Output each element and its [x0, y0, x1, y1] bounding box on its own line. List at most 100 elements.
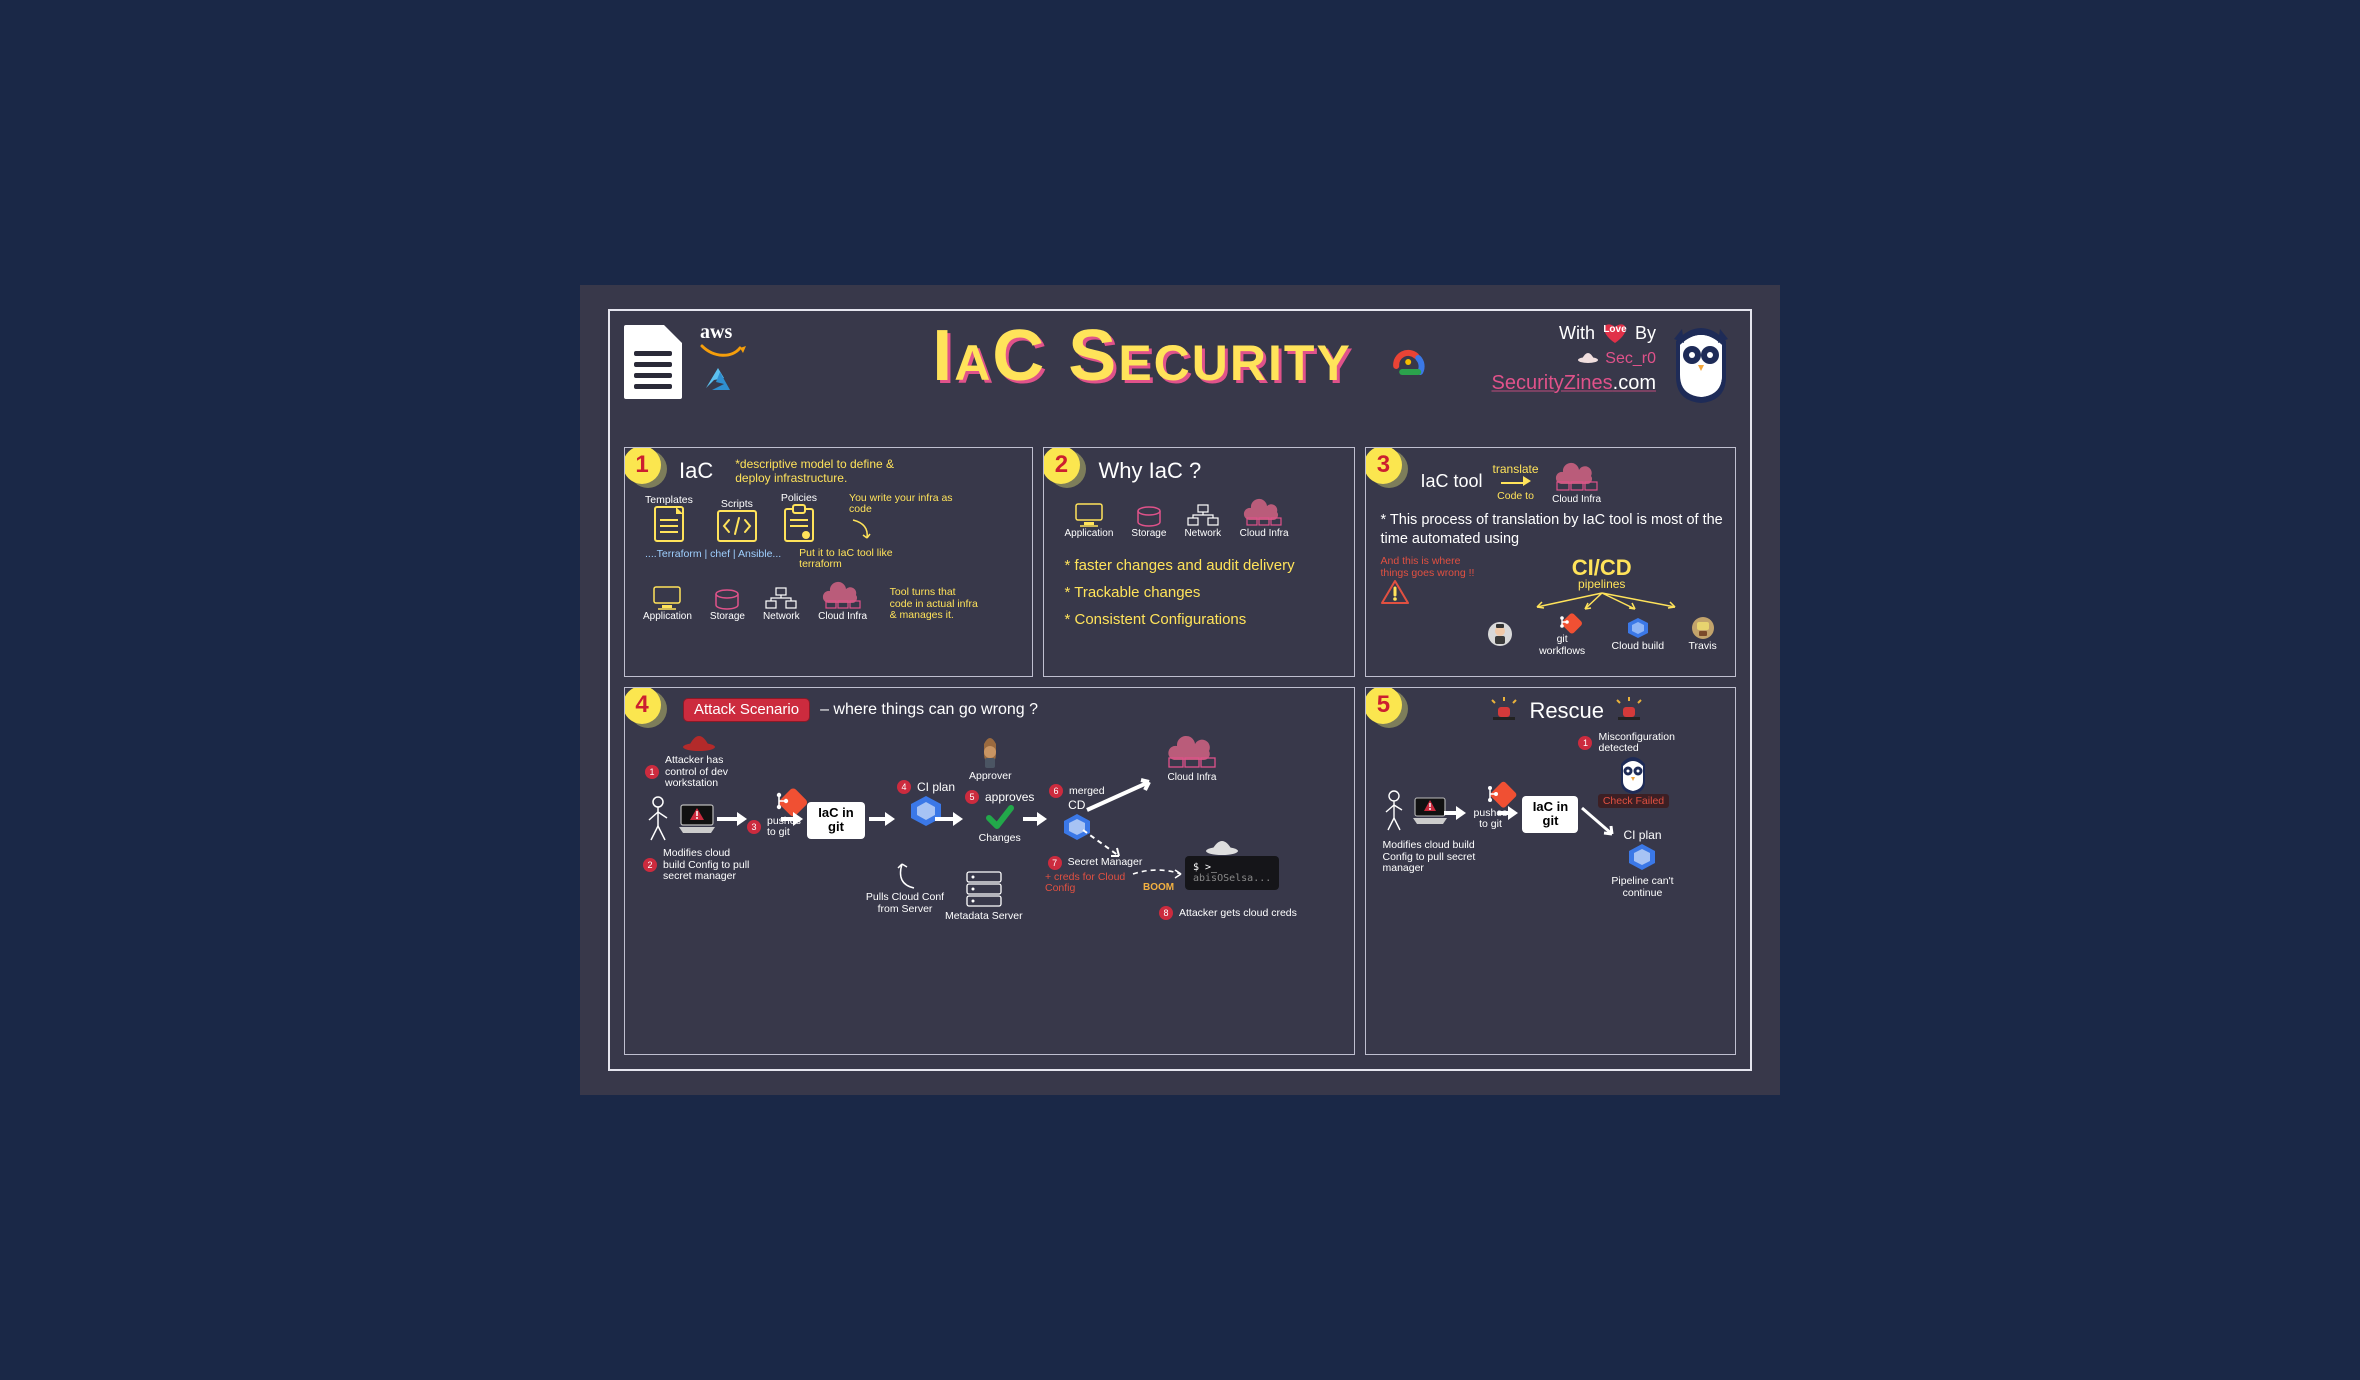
p2-label-network: Network: [1184, 528, 1221, 539]
git-icon: [1551, 611, 1573, 633]
heart-love-text: Love: [1601, 324, 1629, 335]
step7-num: 7: [1048, 856, 1062, 870]
step2-num: 2: [643, 858, 657, 872]
label-scripts: Scripts: [721, 498, 753, 510]
p5-ciplan: CI plan Pipeline can't continue: [1602, 828, 1682, 899]
cloud-infra-icon: [1549, 458, 1605, 494]
p3-iac-tool: IaC tool: [1420, 471, 1482, 492]
with-love: With Love By: [1559, 321, 1656, 345]
stick-figure-icon: [645, 796, 671, 842]
hacker-hat-icon: [682, 730, 716, 755]
infra-network: Network: [763, 587, 800, 622]
pulls-text: Pulls Cloud Conf from Server: [865, 892, 945, 915]
header: aws IaC Security: [624, 321, 1736, 441]
stick-figure-icon: [1382, 790, 1406, 832]
panel-number-2: 2: [1043, 447, 1080, 484]
laptop-warning-icon: [677, 803, 717, 835]
cicd-cloudbuild: Cloud build: [1612, 616, 1665, 652]
label-git: git workflows: [1537, 633, 1587, 657]
p3-pipelines: pipelines: [1578, 577, 1625, 591]
infra-storage: Storage: [710, 589, 745, 622]
artifact-templates: Templates: [645, 494, 693, 542]
arrow-icon: [869, 812, 895, 826]
label-cloud: Cloud Infra: [818, 611, 867, 622]
p3-warning: And this is where things goes wrong !!: [1380, 555, 1480, 579]
p2-bullet-1: * faster changes and audit delivery: [1064, 557, 1294, 574]
travis-icon: [1691, 616, 1715, 640]
p1-note-put: Put it to IaC tool like terraform: [799, 548, 919, 571]
approver-block: Approver: [969, 736, 1012, 782]
step8-num: 8: [1159, 906, 1173, 920]
p1-note-turns: Tool turns that code in actual infra & m…: [890, 587, 980, 622]
siren-icon: [1614, 699, 1644, 724]
laptop-warning-icon: [1412, 796, 1448, 826]
cicd-git: git workflows: [1537, 611, 1587, 657]
p2-bullet-3: * Consistent Configurations: [1064, 611, 1246, 628]
p1-note-write: You write your infra as code: [849, 493, 959, 516]
arrow-up-right-icon: [1083, 774, 1163, 814]
p3-line2: * This process of translation by IaC too…: [1380, 511, 1723, 549]
author-handle: Sec_r0: [1577, 349, 1656, 368]
p2-storage: Storage: [1131, 506, 1166, 539]
approver-label: Approver: [969, 770, 1012, 782]
step2-block: 2 Modifies cloud build Config to pull se…: [643, 848, 753, 883]
label-cloudbuild: Cloud build: [1612, 640, 1665, 652]
siren-icon: [1489, 699, 1519, 724]
title-text: IaC Security: [932, 316, 1352, 396]
p2-network: Network: [1184, 504, 1221, 539]
p5-cant: Pipeline can't continue: [1602, 876, 1682, 899]
terminal-box: $ >_ abisOSelsa...: [1185, 856, 1279, 890]
mis-num: 1: [1578, 736, 1592, 750]
p2-label-cloud: Cloud Infra: [1240, 528, 1289, 539]
credit-block: With Love By Sec_r0 Secu: [1492, 321, 1657, 395]
cloudbuild-icon: [1626, 616, 1650, 640]
step5-text: approves: [985, 790, 1034, 804]
p4-cloud: Cloud Infra: [1161, 732, 1223, 783]
panel-number-3: 3: [1365, 447, 1402, 484]
terminal-prompt: $ >_: [1193, 862, 1217, 873]
arrow-icon: [1023, 812, 1047, 826]
p1-subtitle: *descriptive model to define & deploy in…: [735, 458, 925, 486]
attacker-block: 1 Attacker has control of dev workstatio…: [645, 730, 753, 790]
panel-number-5: 5: [1365, 687, 1402, 724]
p2-application: Application: [1064, 502, 1113, 539]
p2-title: Why IaC ?: [1098, 458, 1342, 484]
site-credit: SecurityZines.com: [1492, 372, 1657, 395]
cloud-infra-icon: [818, 577, 868, 611]
arrow-right-icon: [1501, 476, 1531, 490]
heart-icon: Love: [1601, 321, 1629, 345]
metadata-server: Metadata Server: [945, 870, 1023, 922]
aws-logo: aws: [700, 321, 732, 344]
step4-text: CI plan: [917, 780, 955, 794]
site-tld: .com: [1613, 372, 1656, 394]
label-policies: Policies: [781, 492, 817, 504]
server-icon: [965, 870, 1003, 910]
handle-text: Sec_r0: [1605, 350, 1656, 368]
templates-icon: [654, 506, 684, 542]
network-icon: [764, 587, 798, 611]
fanout-arrows-icon: [1507, 591, 1697, 611]
curve-arrow-icon: [849, 518, 879, 542]
step4-num: 4: [897, 780, 911, 794]
arrow-icon: [1444, 806, 1466, 820]
p3-translate: translate: [1493, 462, 1539, 476]
p2-cloud: Cloud Infra: [1239, 494, 1289, 539]
panel-3-translate: 3 IaC tool translate Code to Cloud Infra…: [1365, 447, 1736, 677]
scripts-icon: [717, 510, 757, 542]
owl-detect: 1 Misconfiguration detected Check Failed: [1578, 732, 1688, 808]
application-icon: [652, 585, 682, 611]
gcp-logo-icon: [1388, 344, 1428, 378]
approver-icon: [975, 736, 1005, 770]
policies-icon: [784, 504, 814, 542]
p5-ciplan-label: CI plan: [1623, 828, 1661, 842]
terminal-body: abisOSelsa...: [1193, 873, 1271, 884]
arrow-icon: [781, 812, 803, 826]
withlove-suffix: By: [1635, 323, 1656, 344]
label-application: Application: [643, 611, 692, 622]
boom-label: BOOM: [1143, 882, 1174, 893]
document-icon: [624, 325, 682, 399]
step1-num: 1: [645, 765, 659, 779]
hat-icon: [1577, 349, 1599, 368]
creds-plus: + creds for Cloud Config: [1045, 872, 1145, 894]
metadata-label: Metadata Server: [945, 910, 1023, 922]
